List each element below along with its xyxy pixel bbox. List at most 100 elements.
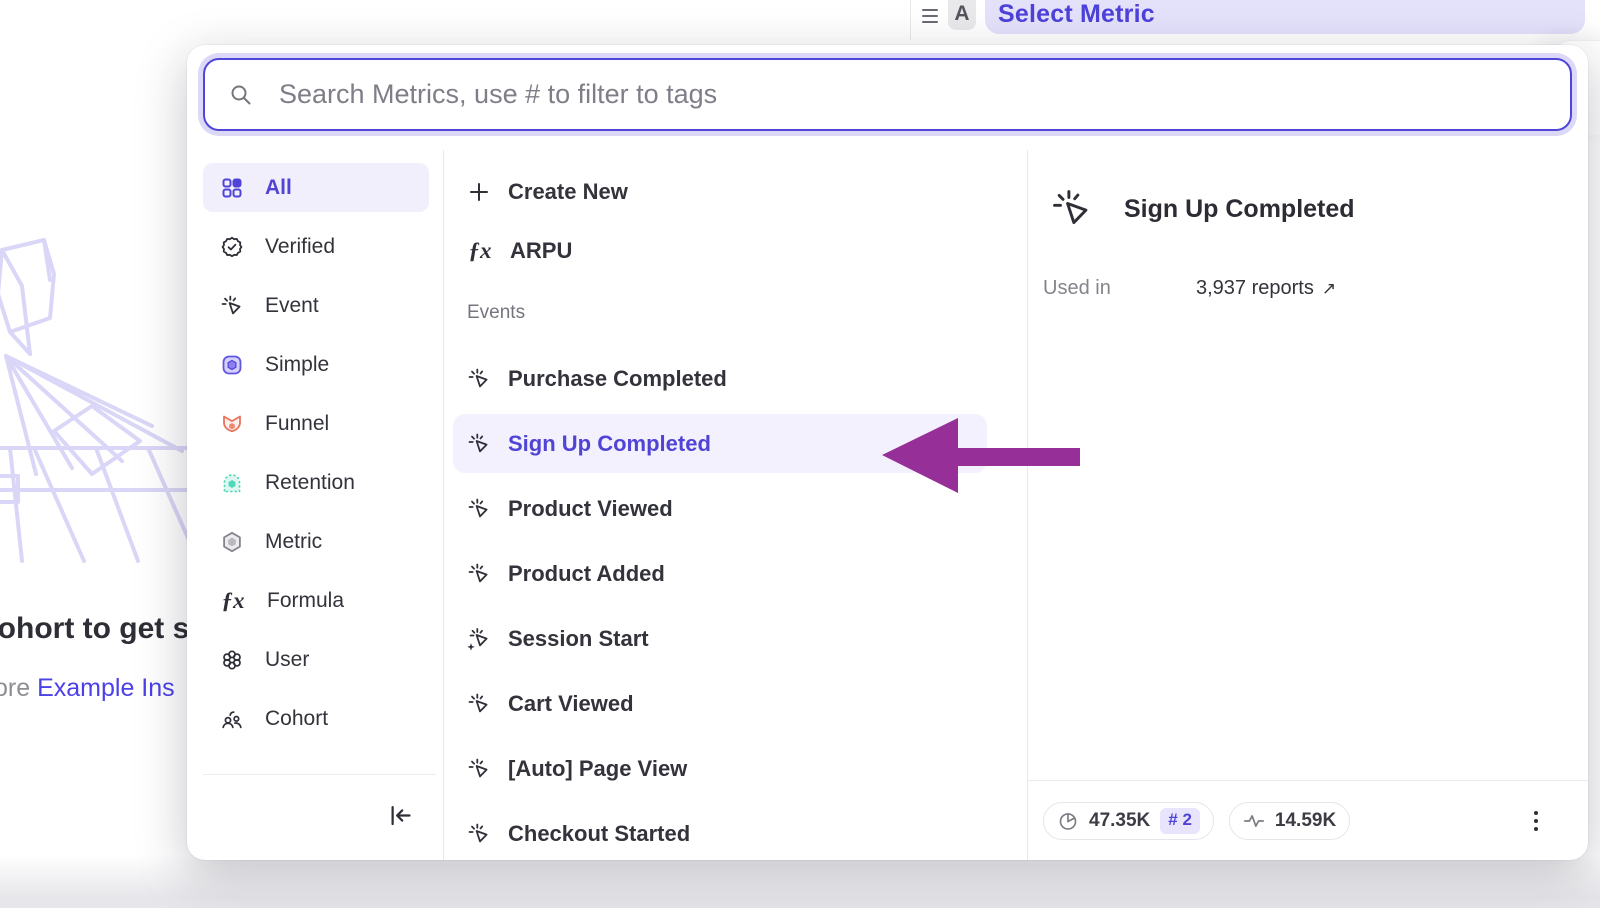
metric-search-box[interactable] bbox=[203, 58, 1572, 131]
sidebar-item-label: Simple bbox=[265, 353, 329, 377]
used-in-reports-link[interactable]: 3,937 reports bbox=[1196, 277, 1314, 300]
list-item-label: ARPU bbox=[510, 238, 572, 264]
list-item-label: Purchase Completed bbox=[508, 366, 727, 392]
used-in-label: Used in bbox=[1043, 277, 1196, 300]
select-metric-row[interactable]: Select Metric bbox=[985, 0, 1585, 34]
plus-icon bbox=[467, 180, 491, 204]
total-count-badge[interactable]: 47.35K # 2 bbox=[1043, 802, 1214, 840]
pie-chart-icon bbox=[1057, 810, 1079, 832]
topbar-divider bbox=[910, 0, 911, 40]
formula-fx-icon: ƒx bbox=[220, 588, 246, 614]
example-insights-link[interactable]: Example Ins bbox=[37, 674, 175, 702]
activity-pulse-icon bbox=[1243, 810, 1265, 832]
event-cursor-icon bbox=[220, 294, 244, 318]
list-item-auto-page-view[interactable]: [Auto] Page View bbox=[444, 736, 1027, 801]
detail-title: Sign Up Completed bbox=[1124, 195, 1355, 224]
create-new-label: Create New bbox=[508, 179, 628, 205]
list-item-purchase-completed[interactable]: Purchase Completed bbox=[444, 346, 1027, 411]
list-item-arpu[interactable]: ƒx ARPU bbox=[444, 220, 1027, 282]
sidebar-item-cohort[interactable]: Cohort bbox=[203, 694, 429, 743]
rank-chip: # 2 bbox=[1160, 808, 1200, 834]
list-item-session-start[interactable]: Session Start bbox=[444, 606, 1027, 671]
sidebar-item-label: All bbox=[265, 176, 292, 200]
event-cursor-star-icon bbox=[467, 627, 491, 651]
formula-fx-icon: ƒx bbox=[467, 238, 493, 264]
event-cursor-icon bbox=[467, 757, 491, 781]
sidebar-item-funnel[interactable]: Funnel bbox=[203, 399, 429, 448]
list-item-cart-viewed[interactable]: Cart Viewed bbox=[444, 671, 1027, 736]
grid-icon bbox=[220, 176, 244, 200]
sidebar-item-label: Funnel bbox=[265, 412, 329, 436]
list-item-label: Session Start bbox=[508, 626, 649, 652]
external-link-icon: ↗ bbox=[1322, 279, 1336, 299]
event-cursor-icon bbox=[467, 562, 491, 586]
sidebar-item-simple[interactable]: Simple bbox=[203, 340, 429, 389]
simple-metric-icon bbox=[220, 353, 244, 377]
search-icon bbox=[229, 83, 253, 107]
background-heading-fragment: Cohort to get s bbox=[0, 612, 189, 646]
background-link-prefix: ore bbox=[0, 674, 37, 702]
event-cursor-icon bbox=[467, 692, 491, 716]
event-cursor-icon bbox=[467, 822, 491, 846]
sidebar-item-label: Verified bbox=[265, 235, 335, 259]
event-cursor-icon bbox=[467, 367, 491, 391]
detail-header: Sign Up Completed bbox=[1050, 187, 1355, 231]
metric-detail-panel: Sign Up Completed Used in 3,937 reports … bbox=[1028, 150, 1588, 860]
metric-list: Create New ƒx ARPU Events Purchase Compl… bbox=[444, 150, 1028, 860]
list-item-label: Product Added bbox=[508, 561, 665, 587]
drag-handle-icon[interactable] bbox=[920, 6, 940, 31]
unique-count-badge[interactable]: 14.59K bbox=[1229, 802, 1350, 840]
category-sidebar: All Verified bbox=[187, 150, 444, 860]
metric-hexagon-icon bbox=[220, 530, 244, 554]
more-options-button[interactable] bbox=[1530, 807, 1542, 835]
sidebar-item-formula[interactable]: ƒx Formula bbox=[203, 576, 429, 625]
page-bottom-fade bbox=[0, 854, 1600, 908]
event-cursor-icon bbox=[467, 432, 491, 456]
list-item-label: Product Viewed bbox=[508, 496, 673, 522]
sidebar-item-label: Event bbox=[265, 294, 319, 318]
sidebar-item-all[interactable]: All bbox=[203, 163, 429, 212]
background-link-line: ore Example Ins bbox=[0, 674, 175, 703]
user-cluster-icon bbox=[220, 648, 244, 672]
funnel-icon bbox=[220, 412, 244, 436]
sidebar-footer bbox=[203, 774, 436, 860]
create-new-button[interactable]: Create New bbox=[444, 164, 1027, 220]
list-item-sign-up-completed[interactable]: Sign Up Completed bbox=[453, 414, 987, 473]
sidebar-item-label: Formula bbox=[267, 589, 344, 613]
sidebar-item-retention[interactable]: Retention bbox=[203, 458, 429, 507]
sidebar-item-label: User bbox=[265, 648, 309, 672]
unique-count-value: 14.59K bbox=[1275, 810, 1336, 832]
event-cursor-icon bbox=[1050, 187, 1094, 231]
sidebar-item-label: Cohort bbox=[265, 707, 328, 731]
list-item-label: Sign Up Completed bbox=[508, 431, 711, 457]
list-item-checkout-started[interactable]: Checkout Started bbox=[444, 801, 1027, 860]
sidebar-item-label: Retention bbox=[265, 471, 355, 495]
metric-selector-dialog: All Verified bbox=[187, 45, 1588, 860]
screen: A Select Metric Cohort to get s ore Exam… bbox=[0, 0, 1600, 908]
sidebar-item-user[interactable]: User bbox=[203, 635, 429, 684]
row-letter-badge: A bbox=[948, 0, 976, 30]
sidebar-item-verified[interactable]: Verified bbox=[203, 222, 429, 271]
total-count-value: 47.35K bbox=[1089, 810, 1150, 832]
used-in-row: Used in 3,937 reports ↗ bbox=[1043, 277, 1336, 300]
collapse-sidebar-button[interactable] bbox=[387, 802, 414, 834]
sidebar-item-label: Metric bbox=[265, 530, 322, 554]
retention-icon bbox=[220, 471, 244, 495]
list-item-product-viewed[interactable]: Product Viewed bbox=[444, 476, 1027, 541]
sidebar-item-metric[interactable]: Metric bbox=[203, 517, 429, 566]
detail-footer: 47.35K # 2 14.59K bbox=[1028, 780, 1588, 860]
cohort-people-icon bbox=[220, 707, 244, 731]
events-list: Purchase Completed Sign Up Completed bbox=[444, 346, 1027, 860]
list-item-label: [Auto] Page View bbox=[508, 756, 687, 782]
events-section-header: Events bbox=[467, 302, 1027, 326]
verified-seal-icon bbox=[220, 235, 244, 259]
list-item-product-added[interactable]: Product Added bbox=[444, 541, 1027, 606]
select-metric-label: Select Metric bbox=[998, 0, 1155, 29]
sidebar-item-event[interactable]: Event bbox=[203, 281, 429, 330]
list-item-label: Cart Viewed bbox=[508, 691, 634, 717]
background-wireframe-illustration bbox=[0, 226, 197, 566]
list-item-label: Checkout Started bbox=[508, 821, 690, 847]
dialog-columns: All Verified bbox=[187, 150, 1588, 860]
event-cursor-icon bbox=[467, 497, 491, 521]
search-input[interactable] bbox=[279, 79, 1479, 110]
